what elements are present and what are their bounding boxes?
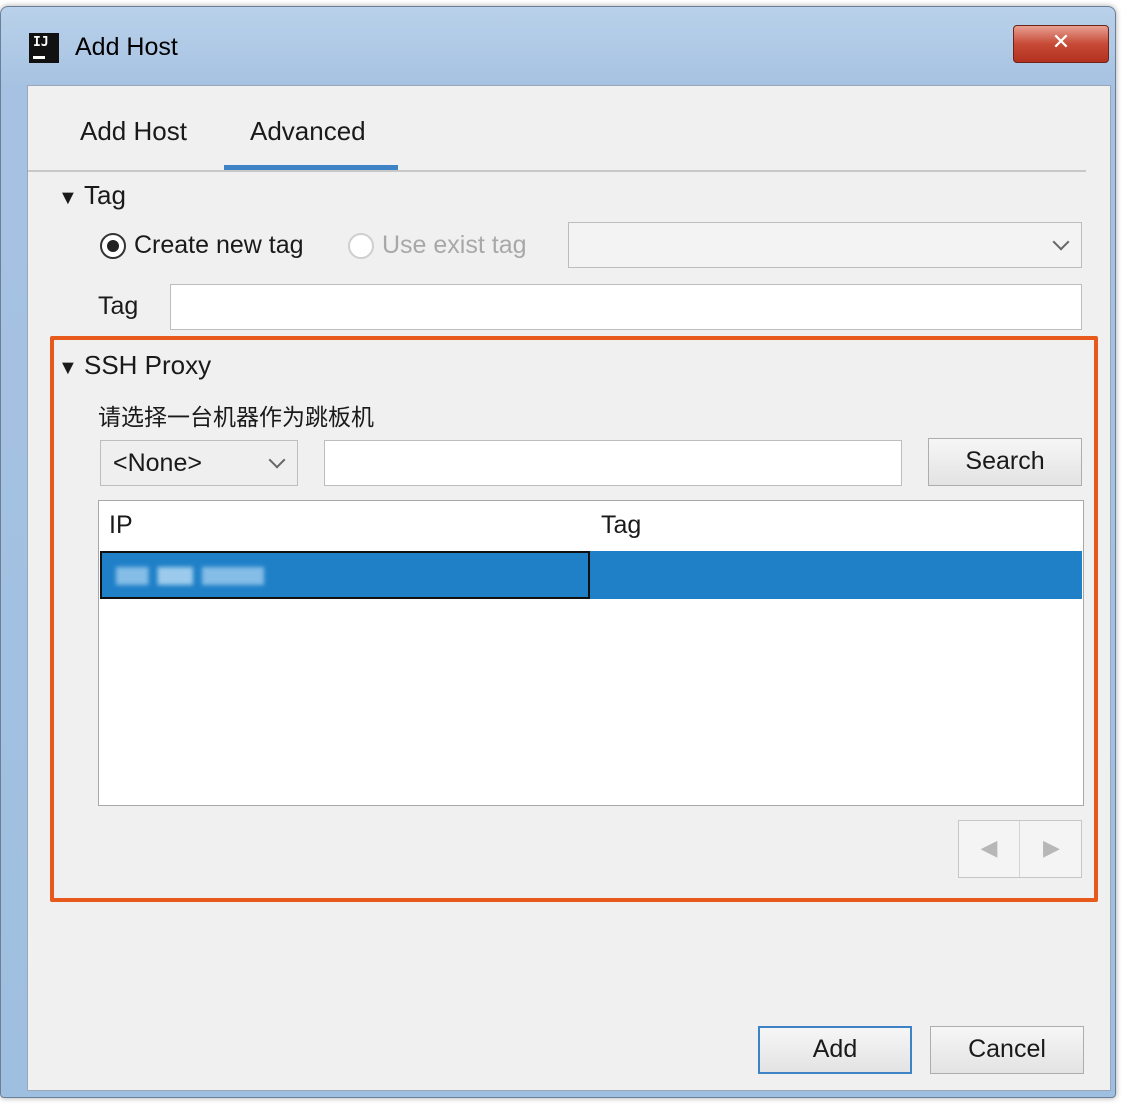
- jump-host-instruction: 请选择一台机器作为跳板机: [98, 405, 374, 431]
- table-row[interactable]: [100, 551, 1082, 599]
- ssh-proxy-section-title: SSH Proxy: [84, 350, 212, 380]
- tab-add-host[interactable]: Add Host: [80, 116, 187, 147]
- create-new-tag-label: Create new tag: [134, 231, 304, 259]
- cancel-button[interactable]: Cancel: [930, 1026, 1084, 1074]
- active-tab-indicator: [224, 165, 398, 170]
- dialog-content: Add Host Advanced ▼ Tag Create new tag Us…: [27, 85, 1111, 1091]
- existing-tag-select[interactable]: [568, 222, 1082, 268]
- radio-selected-icon: [100, 232, 126, 259]
- arrow-right-icon[interactable]: ▶: [1021, 821, 1082, 877]
- add-host-dialog: IJ Add Host ✕ Add Host Advanced ▼ Tag Cre…: [0, 6, 1116, 1098]
- tag-field-label: Tag: [98, 292, 139, 320]
- search-input[interactable]: [324, 440, 902, 486]
- close-button[interactable]: ✕: [1013, 25, 1109, 63]
- triangle-down-icon: ▼: [58, 357, 78, 379]
- chevron-down-icon: [268, 451, 286, 469]
- search-button[interactable]: Search: [928, 438, 1082, 486]
- tag-input[interactable]: [170, 284, 1082, 330]
- ssh-proxy-section-header[interactable]: ▼ SSH Proxy: [58, 350, 211, 381]
- tag-section-title: Tag: [84, 180, 126, 210]
- arrow-left-icon[interactable]: ◀: [959, 821, 1020, 877]
- triangle-down-icon: ▼: [58, 187, 78, 209]
- title-bar[interactable]: IJ Add Host ✕: [1, 7, 1115, 83]
- pagination-controls: ◀ ▶: [958, 820, 1082, 878]
- use-exist-tag-label: Use exist tag: [382, 231, 527, 259]
- ip-cell[interactable]: [100, 551, 590, 599]
- proxy-select-value: <None>: [113, 449, 202, 477]
- tab-bar: Add Host Advanced: [28, 86, 1086, 172]
- redacted-ip: [116, 567, 264, 585]
- close-icon: ✕: [1051, 30, 1071, 55]
- proxy-host-table[interactable]: IP Tag: [98, 500, 1084, 806]
- tag-cell[interactable]: [590, 551, 1082, 599]
- create-new-tag-radio[interactable]: Create new tag: [100, 231, 304, 260]
- proxy-select[interactable]: <None>: [100, 440, 298, 486]
- add-button[interactable]: Add: [758, 1026, 912, 1074]
- tab-advanced[interactable]: Advanced: [250, 116, 366, 147]
- column-header-ip[interactable]: IP: [109, 511, 133, 540]
- use-exist-tag-radio[interactable]: Use exist tag: [348, 231, 527, 260]
- chevron-down-icon: [1052, 233, 1070, 251]
- intellij-icon: IJ: [29, 33, 59, 63]
- column-header-tag[interactable]: Tag: [601, 511, 641, 540]
- radio-unselected-icon: [348, 232, 374, 259]
- window-title: Add Host: [75, 33, 178, 61]
- tag-section-header[interactable]: ▼ Tag: [58, 180, 126, 211]
